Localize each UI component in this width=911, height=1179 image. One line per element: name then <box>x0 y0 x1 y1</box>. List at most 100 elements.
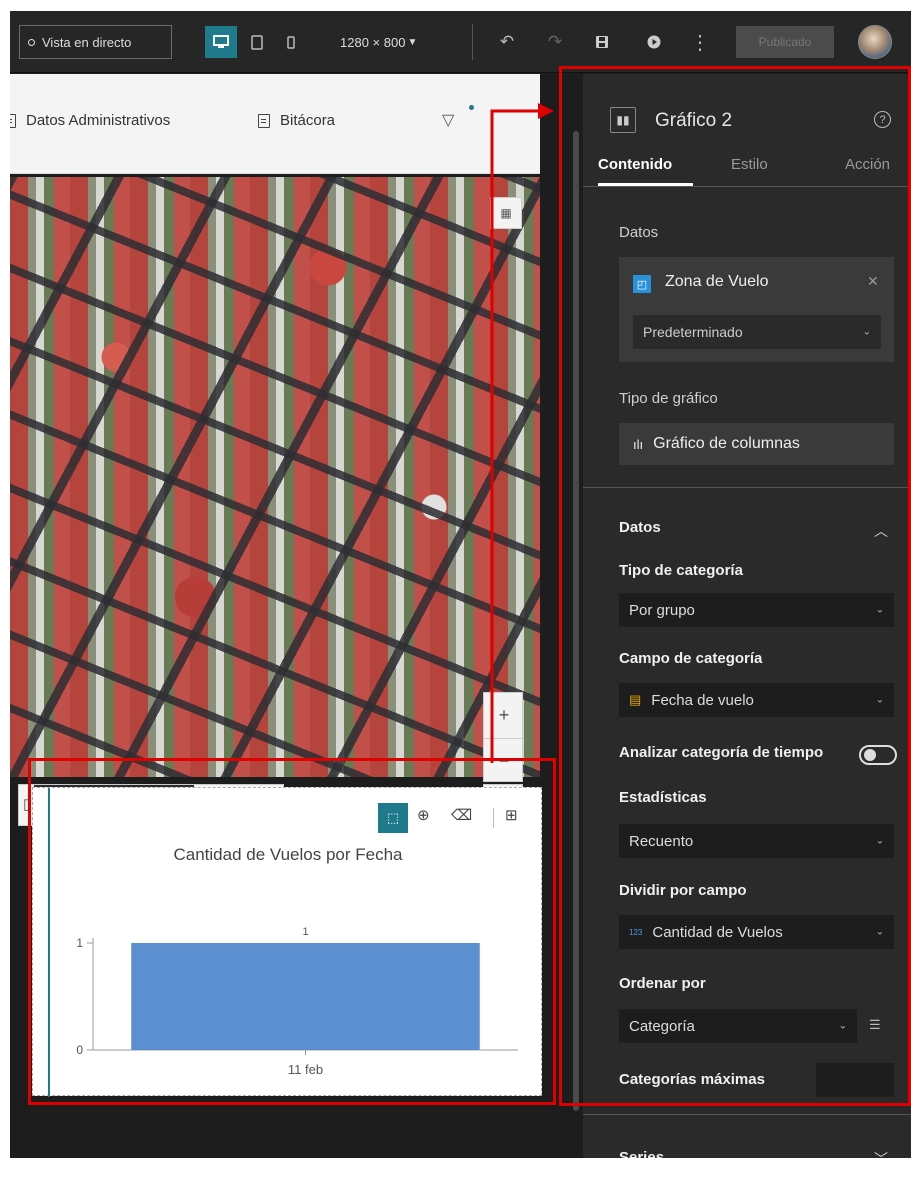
play-circle-icon <box>647 35 661 49</box>
basemap-gallery-icon[interactable]: ▦ <box>490 197 522 229</box>
datasource-card: ◰ Zona de Vuelo ✕ Predeterminado ⌄ <box>619 257 894 362</box>
app-frame: Vista en directo 1280 × 800 ▼ ↶ ↷ ⋮ Publ… <box>10 11 911 1158</box>
section-divider <box>583 487 911 488</box>
category-type-select[interactable]: Por grupo ⌄ <box>619 593 894 627</box>
redo-button[interactable]: ↷ <box>542 26 568 58</box>
time-category-toggle[interactable] <box>859 745 897 765</box>
undo-button[interactable]: ↶ <box>494 26 520 58</box>
chevron-down-icon: ⌄ <box>838 1020 847 1032</box>
section-divider <box>583 1114 911 1115</box>
live-view-button[interactable]: Vista en directo <box>19 25 172 59</box>
mouse-icon[interactable]: ▯ <box>23 795 31 813</box>
chart-title: Cantidad de Vuelos por Fecha <box>173 845 403 864</box>
date-field-icon: ▤ <box>629 692 642 707</box>
zoom-out-button[interactable]: − <box>484 738 524 783</box>
clear-selection-icon[interactable]: ⌫ <box>451 806 472 824</box>
split-by-field-select[interactable]: 123 Cantidad de Vuelos ⌄ <box>619 915 894 949</box>
zoom-in-button[interactable]: + <box>484 693 524 738</box>
zoom-control: + − <box>483 692 524 783</box>
tablet-device-button[interactable] <box>246 26 268 58</box>
category-field-label: Campo de categoría <box>619 650 763 667</box>
tab-divider <box>583 186 911 187</box>
chart-type-value: Gráfico de columnas <box>653 435 800 452</box>
nav-label: Datos Administrativos <box>26 112 171 129</box>
help-icon[interactable]: ? <box>874 111 891 128</box>
chevron-down-icon: ⌄ <box>862 326 871 338</box>
statistics-select[interactable]: Recuento ⌄ <box>619 824 894 858</box>
nav-item-datos-administrativos[interactable]: Datos Administrativos <box>10 112 170 129</box>
resolution-dropdown[interactable]: 1280 × 800 ▼ <box>340 26 417 58</box>
desktop-icon <box>213 35 229 48</box>
chart-plot: Cantidad de Vuelos por Fecha 0 1 1 11 feb <box>76 845 518 1077</box>
x-tick-label: 11 feb <box>288 1062 323 1077</box>
chart-marks: 0 1 1 11 feb <box>76 926 518 1077</box>
split-by-field-label: Dividir por campo <box>619 882 747 899</box>
chevron-down-icon: ⌄ <box>875 835 884 847</box>
chevron-up-icon[interactable]: ︿ <box>874 521 888 541</box>
user-avatar[interactable] <box>858 25 892 59</box>
settings-panel: ▮▮ Gráfico 2 ? Contenido Estilo Acción D… <box>583 74 911 1158</box>
page-header: Datos Administrativos Bitácora ▽ <box>10 74 540 174</box>
zoom-to-icon[interactable]: ⊕ <box>417 806 430 824</box>
series-section-header[interactable]: Series <box>619 1149 664 1158</box>
map-view[interactable]: ▦ <box>10 177 540 777</box>
data-view-value: Predeterminado <box>643 324 743 340</box>
preview-button[interactable] <box>641 26 667 58</box>
nav-label: Bitácora <box>280 112 336 129</box>
chart-type-button[interactable]: ılı Gráfico de columnas <box>619 423 894 465</box>
toolbar-divider <box>472 24 473 60</box>
more-vertical-icon: ⋮ <box>690 31 710 54</box>
bar-data-label: 1 <box>302 926 308 938</box>
tab-accion[interactable]: Acción <box>845 156 890 173</box>
save-icon <box>596 36 608 48</box>
datasource-name: Zona de Vuelo <box>665 273 769 290</box>
category-type-value: Por grupo <box>629 601 695 619</box>
phone-icon <box>287 35 295 49</box>
sort-order-icon[interactable]: ☰ <box>869 1017 881 1033</box>
data-section-header[interactable]: Datos <box>619 519 661 536</box>
y-tick-label: 1 <box>76 936 83 950</box>
layer-icon: ◰ <box>633 275 651 293</box>
order-by-label: Ordenar por <box>619 975 706 992</box>
category-field-select[interactable]: ▤ Fecha de vuelo ⌄ <box>619 683 894 717</box>
app-canvas: Datos Administrativos Bitácora ▽ ▦ + − ⌂… <box>10 74 555 1158</box>
publish-button[interactable]: Publicado <box>736 26 834 58</box>
phone-device-button[interactable] <box>280 26 302 58</box>
undo-icon: ↶ <box>499 32 515 51</box>
document-icon <box>10 113 16 128</box>
order-by-select[interactable]: Categoría ⌄ <box>619 1009 857 1043</box>
category-type-label: Tipo de categoría <box>619 562 743 579</box>
caret-down-icon: ▼ <box>407 36 418 48</box>
save-button[interactable] <box>589 26 615 58</box>
chevron-down-icon: ⌄ <box>875 604 884 616</box>
max-categories-input[interactable] <box>816 1063 894 1097</box>
select-features-button[interactable]: ⬚ <box>378 803 408 833</box>
filter-icon[interactable]: ▽ <box>442 110 454 130</box>
chart-widget[interactable]: ⬚ ⊕ ⌫ ⊞ Cantidad de Vuelos por Fecha 011… <box>32 787 542 1097</box>
canvas-scrollbar-thumb[interactable] <box>573 131 579 1111</box>
redo-icon: ↷ <box>547 32 563 51</box>
order-by-value: Categoría <box>629 1017 695 1035</box>
tab-estilo[interactable]: Estilo <box>731 156 768 173</box>
data-view-select[interactable]: Predeterminado ⌄ <box>633 315 881 349</box>
top-toolbar: Vista en directo 1280 × 800 ▼ ↶ ↷ ⋮ Publ… <box>10 11 911 73</box>
plus-icon: + <box>498 705 510 725</box>
time-category-label: Analizar categoría de tiempo <box>619 744 824 761</box>
split-by-field-value: Cantidad de Vuelos <box>652 923 783 941</box>
data-label: Datos <box>619 224 659 241</box>
panel-title: Gráfico 2 <box>655 110 733 131</box>
number-field-icon: 123 <box>629 927 643 937</box>
grid-icon[interactable]: ⊞ <box>505 806 518 824</box>
tab-contenido[interactable]: Contenido <box>598 156 672 173</box>
chart-type-label: Tipo de gráfico <box>619 390 718 407</box>
chevron-down-icon: ⌄ <box>875 926 884 938</box>
resolution-label: 1280 × 800 <box>340 34 406 50</box>
column-chart-icon: ▮▮ <box>610 107 636 133</box>
y-tick-label: 0 <box>76 1043 83 1057</box>
desktop-device-button[interactable] <box>205 26 237 58</box>
chevron-down-icon[interactable]: ﹀ <box>874 1149 888 1158</box>
nav-item-bitacora[interactable]: Bitácora <box>258 112 335 129</box>
live-view-label: Vista en directo <box>42 34 132 50</box>
remove-datasource-icon[interactable]: ✕ <box>867 273 879 290</box>
more-options-button[interactable]: ⋮ <box>687 26 713 58</box>
